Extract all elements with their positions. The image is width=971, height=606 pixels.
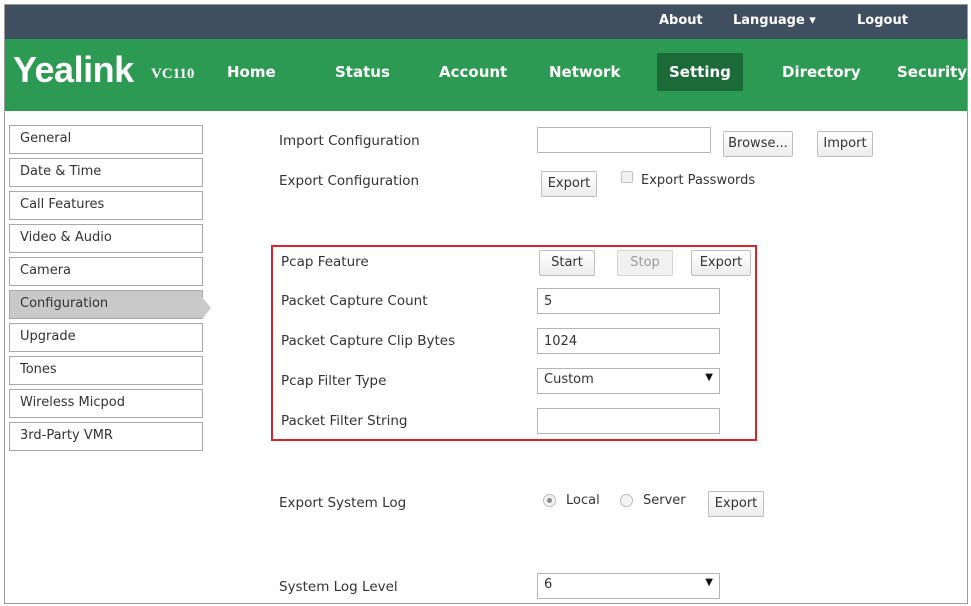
pcap-filter-type-value: Custom <box>544 372 594 387</box>
export-passwords-checkbox[interactable] <box>621 171 633 183</box>
sidebar-item-3rd-party-vmr[interactable]: 3rd-Party VMR <box>9 422 203 451</box>
main-nav: Yealink VC110 Home Status Account Networ… <box>5 39 967 111</box>
system-log-level-label: System Log Level <box>279 579 398 595</box>
packet-capture-clip-bytes-label: Packet Capture Clip Bytes <box>281 333 456 349</box>
triangle-down-icon: ▼ <box>705 577 713 588</box>
logout-link[interactable]: Logout <box>857 13 908 28</box>
model-name: VC110 <box>151 66 195 82</box>
sidebar-item-wireless-micpod[interactable]: Wireless Micpod <box>9 389 203 418</box>
language-menu[interactable]: Language ▾ <box>733 13 816 28</box>
export-system-log-button[interactable]: Export <box>708 491 764 517</box>
packet-filter-string-input[interactable] <box>537 408 720 434</box>
sidebar-item-call-features[interactable]: Call Features <box>9 191 203 220</box>
pcap-feature-label: Pcap Feature <box>281 254 369 270</box>
log-server-label: Server <box>643 493 686 508</box>
import-button[interactable]: Import <box>817 131 873 157</box>
tab-account[interactable]: Account <box>427 53 519 91</box>
log-local-label: Local <box>566 493 600 508</box>
import-configuration-label: Import Configuration <box>279 133 420 149</box>
pcap-filter-type-select[interactable]: Custom ▼ <box>537 368 720 394</box>
sidebar-item-configuration[interactable]: Configuration <box>9 290 203 319</box>
about-link[interactable]: About <box>659 13 703 28</box>
packet-capture-count-label: Packet Capture Count <box>281 293 428 309</box>
sidebar-item-tones[interactable]: Tones <box>9 356 203 385</box>
triangle-down-icon: ▼ <box>705 372 713 383</box>
pcap-start-button[interactable]: Start <box>539 250 595 276</box>
log-local-radio[interactable] <box>543 494 556 507</box>
tab-setting[interactable]: Setting <box>657 53 743 91</box>
pcap-filter-type-label: Pcap Filter Type <box>281 373 387 389</box>
tab-network[interactable]: Network <box>537 53 632 91</box>
export-system-log-label: Export System Log <box>279 495 407 511</box>
export-configuration-label: Export Configuration <box>279 173 420 189</box>
sidebar-item-date-time[interactable]: Date & Time <box>9 158 203 187</box>
export-configuration-button[interactable]: Export <box>541 171 597 197</box>
packet-filter-string-label: Packet Filter String <box>281 413 408 429</box>
packet-capture-clip-bytes-input[interactable] <box>537 328 720 354</box>
brand-logo: Yealink <box>13 49 134 90</box>
tab-security[interactable]: Security <box>885 53 967 91</box>
active-arrow-icon <box>202 297 211 319</box>
top-bar: About Language ▾ Logout <box>5 5 967 39</box>
tab-home[interactable]: Home <box>215 53 288 91</box>
system-log-level-select[interactable]: 6 ▼ <box>537 573 720 599</box>
import-file-field[interactable] <box>537 127 711 153</box>
browse-button[interactable]: Browse... <box>723 131 793 157</box>
sidebar-item-camera[interactable]: Camera <box>9 257 203 286</box>
packet-capture-count-input[interactable] <box>537 288 720 314</box>
sidebar-item-upgrade[interactable]: Upgrade <box>9 323 203 352</box>
export-passwords-label: Export Passwords <box>641 173 756 188</box>
system-log-level-value: 6 <box>544 577 553 592</box>
log-server-radio[interactable] <box>620 494 633 507</box>
pcap-stop-button[interactable]: Stop <box>617 250 673 276</box>
tab-directory[interactable]: Directory <box>770 53 873 91</box>
web-page: About Language ▾ Logout Yealink VC110 Ho… <box>4 4 968 604</box>
sidebar-item-general[interactable]: General <box>9 125 203 154</box>
pcap-export-button[interactable]: Export <box>691 250 751 276</box>
tab-status[interactable]: Status <box>323 53 402 91</box>
sidebar-item-video-audio[interactable]: Video & Audio <box>9 224 203 253</box>
